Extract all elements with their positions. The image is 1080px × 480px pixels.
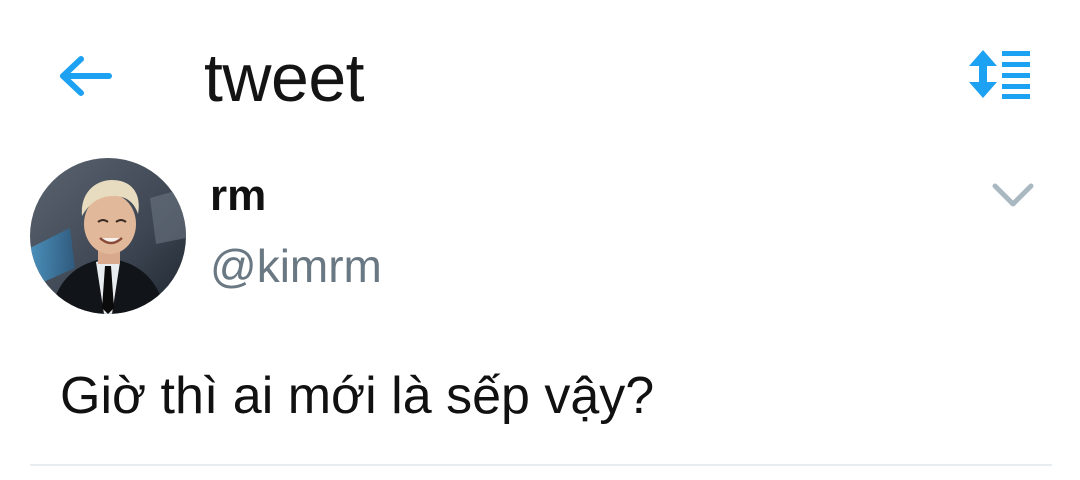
sort-button[interactable]: [964, 46, 1038, 102]
page-title: tweet: [204, 40, 365, 116]
tweet-screen: tweet rm @kimrm Giờ thì ai mới là sếp vậ…: [0, 0, 1080, 480]
top-app-bar: tweet: [0, 0, 1080, 150]
divider: [30, 464, 1052, 466]
sort-list-icon: [969, 50, 1030, 99]
user-handle[interactable]: @kimrm: [210, 238, 382, 294]
display-name[interactable]: rm: [210, 170, 266, 222]
tweet-text: Giờ thì ai mới là sếp vậy?: [60, 367, 655, 425]
back-button[interactable]: [52, 48, 118, 104]
avatar[interactable]: [30, 158, 186, 314]
tweet-menu-button[interactable]: [984, 170, 1042, 220]
profile-photo: [30, 158, 186, 314]
chevron-down-icon: [992, 183, 1034, 207]
back-arrow-icon: [60, 56, 112, 96]
